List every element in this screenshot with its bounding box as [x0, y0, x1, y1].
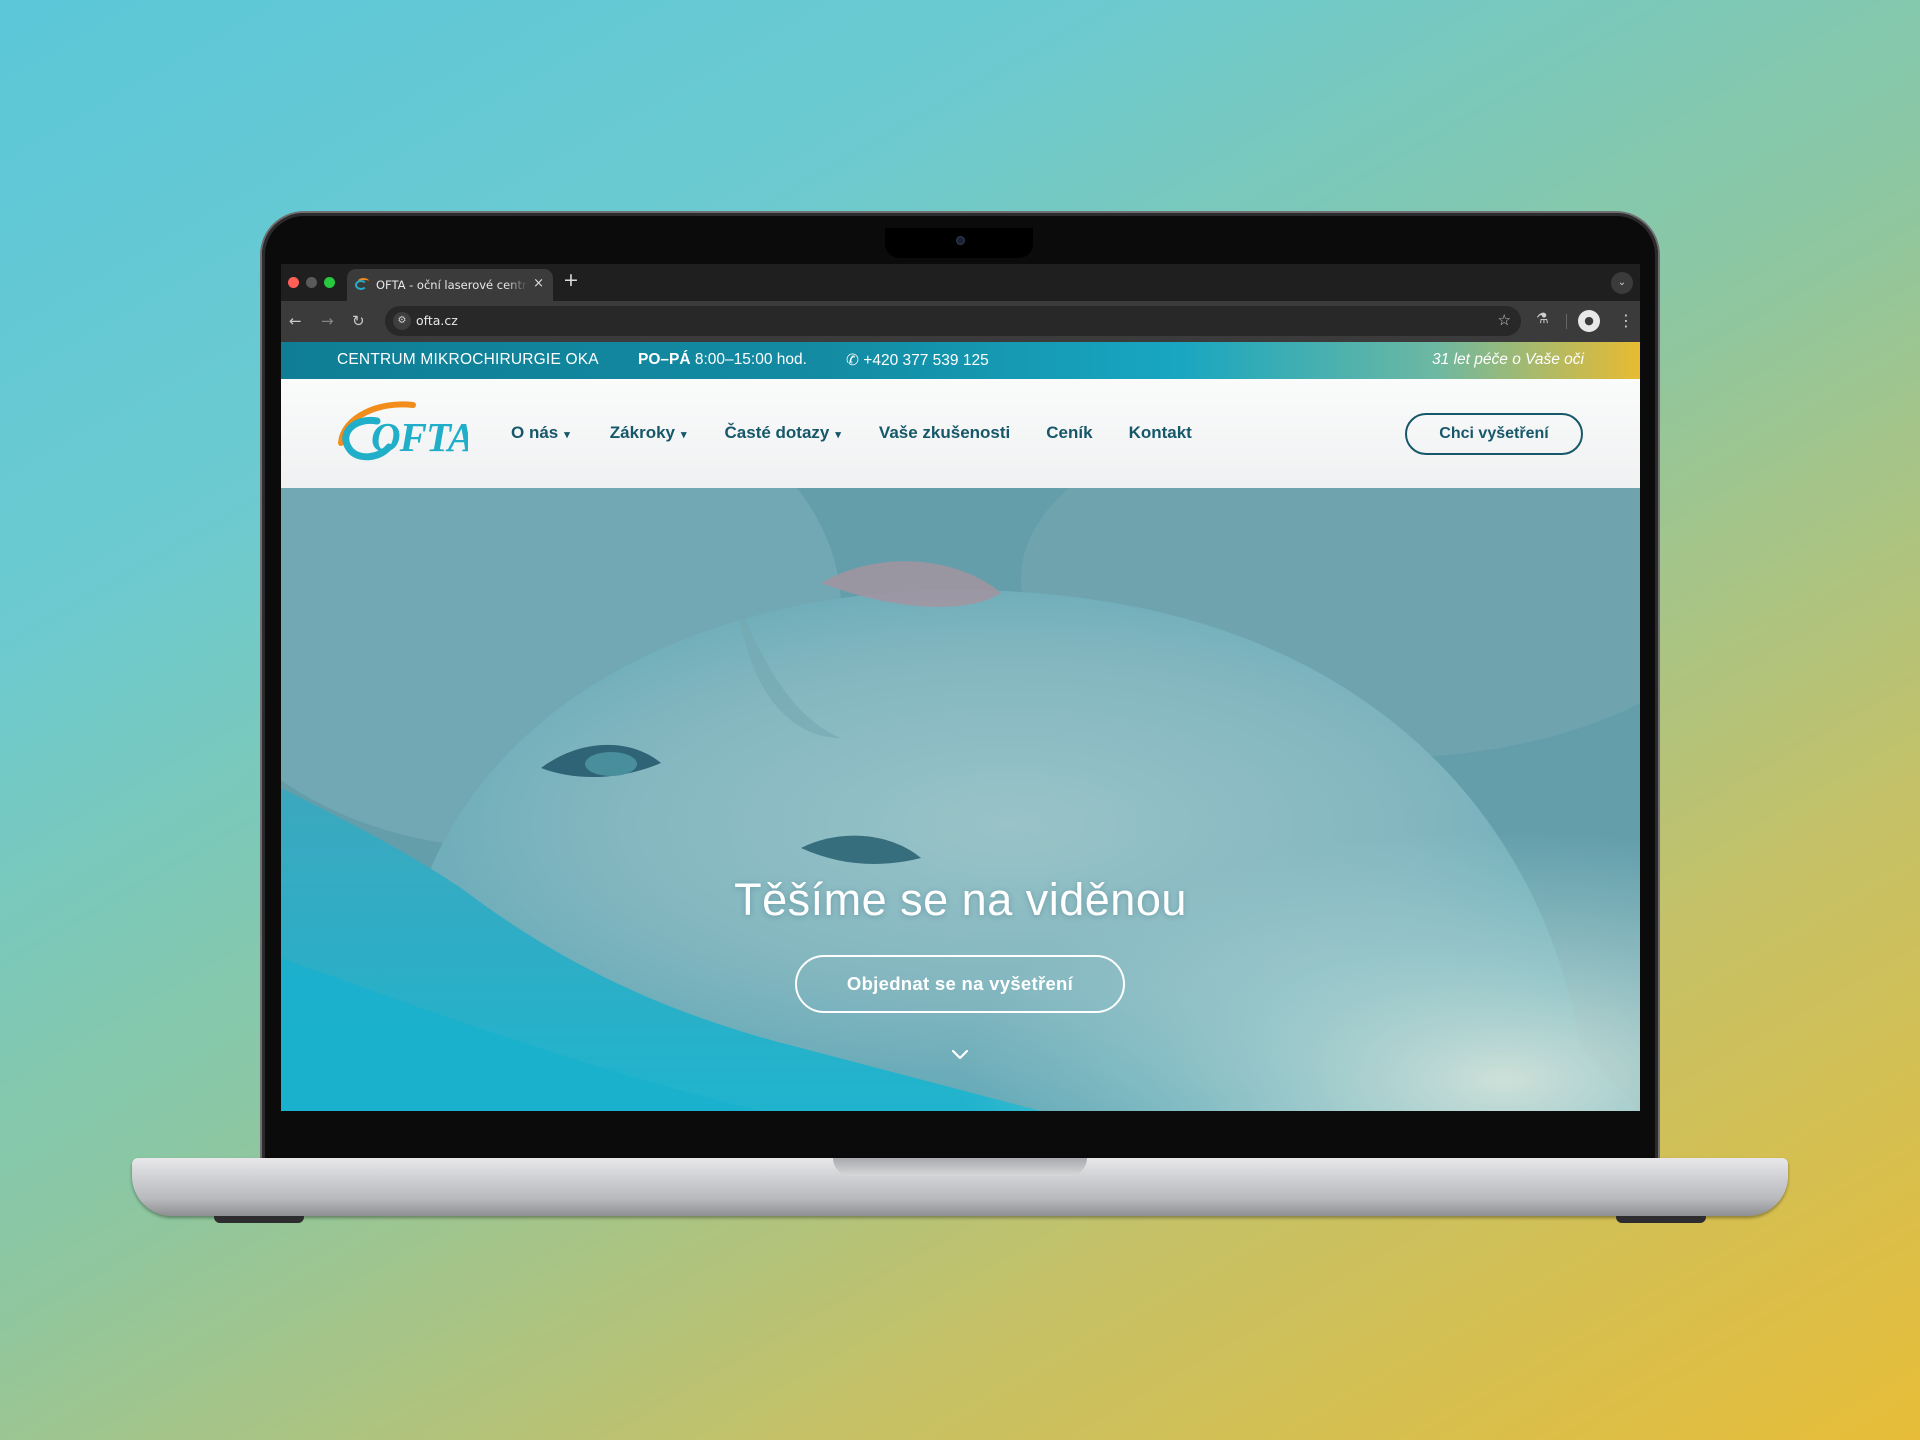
opening-hours: PO–PÁ 8:00–15:00 hod.	[638, 351, 807, 369]
main-navigation: O nás ▾ Zákroky ▾ Časté dotazy ▾ Vaše zkuše…	[511, 423, 1192, 443]
nav-item-zakroky[interactable]: Zákroky ▾	[610, 423, 687, 443]
nav-item-kontakt[interactable]: Kontakt	[1129, 423, 1192, 443]
site-header: OFTA O nás ▾ Zákroky ▾ Časté dotazy ▾ Vaše …	[281, 379, 1640, 488]
chevron-down-icon: ▾	[835, 428, 841, 441]
opening-days: PO–PÁ	[638, 351, 691, 368]
trackpad-notch	[833, 1158, 1087, 1176]
window-minimize-button[interactable]	[306, 277, 317, 288]
toolbar-divider	[1566, 314, 1567, 329]
bookmark-star-icon[interactable]: ☆	[1498, 311, 1511, 329]
browser-tab-active[interactable]: OFTA - oční laserové centrum ×	[347, 269, 553, 301]
window-maximize-button[interactable]	[324, 277, 335, 288]
book-exam-button[interactable]: Chci vyšetření	[1405, 413, 1583, 455]
logo-text: OFTA	[371, 414, 468, 460]
nav-label[interactable]: Zákroky	[610, 423, 675, 443]
page-viewport: CENTRUM MIKROCHIRURGIE OKA PO–PÁ 8:00–15…	[281, 342, 1640, 1111]
window-close-button[interactable]	[288, 277, 299, 288]
phone-link[interactable]: ✆ +420 377 539 125	[846, 351, 989, 370]
nav-label[interactable]: Vaše zkušenosti	[879, 423, 1010, 443]
opening-time: 8:00–15:00 hod.	[690, 351, 807, 368]
forward-arrow-icon[interactable]: →	[321, 311, 334, 331]
tab-strip: OFTA - oční laserové centrum × + ⌄	[281, 264, 1640, 301]
chevron-down-icon[interactable]	[949, 1043, 971, 1065]
center-name: CENTRUM MIKROCHIRURGIE OKA	[337, 351, 599, 368]
tab-close-icon[interactable]: ×	[533, 276, 544, 291]
tab-search-chevron-icon[interactable]: ⌄	[1611, 272, 1633, 294]
menu-kebab-icon[interactable]: ⋮	[1618, 311, 1634, 330]
reload-icon[interactable]: ↻	[352, 311, 365, 331]
back-arrow-icon[interactable]: ←	[289, 311, 302, 331]
tab-title: OFTA - oční laserové centrum	[376, 278, 528, 292]
chevron-down-icon: ▾	[564, 428, 570, 441]
book-appointment-button[interactable]: Objednat se na vyšetření	[795, 955, 1125, 1013]
ofta-favicon-icon	[355, 278, 369, 292]
info-topbar: CENTRUM MIKROCHIRURGIE OKA PO–PÁ 8:00–15…	[281, 342, 1640, 379]
hero-face-image	[281, 488, 1640, 1111]
nav-label[interactable]: O nás	[511, 423, 558, 443]
browser-window: OFTA - oční laserové centrum × + ⌄ ← → ↻…	[281, 264, 1640, 1111]
site-info-icon[interactable]: ⚙	[393, 312, 411, 330]
nav-label[interactable]: Časté dotazy	[725, 423, 830, 443]
nav-item-o-nas[interactable]: O nás ▾	[511, 423, 570, 443]
phone-icon: ✆	[846, 352, 864, 369]
nav-item-vase-zkusenosti[interactable]: Vaše zkušenosti	[879, 423, 1010, 443]
new-tab-button[interactable]: +	[563, 269, 579, 291]
url-text[interactable]: ofta.cz	[416, 313, 458, 328]
nav-label[interactable]: Kontakt	[1129, 423, 1192, 443]
slogan: 31 let péče o Vaše oči	[1432, 351, 1584, 368]
hero-title: Těšíme se na viděnou	[734, 874, 1187, 925]
ofta-logo[interactable]: OFTA	[333, 395, 468, 465]
hero-section: Těšíme se na viděnou Objednat se na vyše…	[281, 488, 1640, 1111]
nav-item-cenik[interactable]: Ceník	[1046, 423, 1092, 443]
nav-item-caste-dotazy[interactable]: Časté dotazy ▾	[725, 423, 841, 443]
nav-label[interactable]: Ceník	[1046, 423, 1092, 443]
phone-number[interactable]: +420 377 539 125	[863, 352, 988, 369]
screen-bezel-bottom	[265, 1111, 1655, 1159]
address-bar[interactable]: ⚙ ofta.cz ☆	[385, 306, 1521, 336]
labs-flask-icon[interactable]: ⚗	[1536, 311, 1549, 327]
browser-toolbar: ← → ↻ ⚙ ofta.cz ☆ ⚗ ● ⋮	[281, 301, 1640, 342]
laptop-foot-right	[1616, 1216, 1706, 1223]
camera-lens	[956, 236, 965, 245]
chevron-down-icon: ▾	[680, 428, 687, 441]
laptop-foot-left	[214, 1216, 304, 1223]
profile-icon[interactable]: ●	[1578, 310, 1600, 332]
